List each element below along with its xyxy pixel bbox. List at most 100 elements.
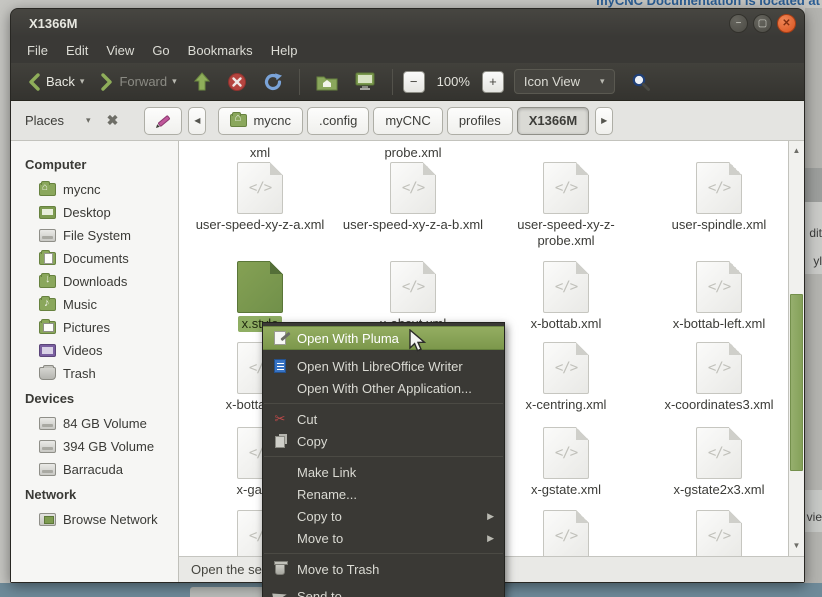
up-button[interactable] (187, 68, 217, 96)
reload-icon (263, 72, 283, 92)
menu-item-cut[interactable]: ✂ Cut (263, 408, 504, 430)
menu-item-make-link[interactable]: Make Link (263, 461, 504, 483)
crumb-scroll-right-button[interactable]: ▶ (595, 107, 613, 135)
file-item[interactable]: </>x-menu-mill.xml (644, 510, 788, 556)
reload-button[interactable] (257, 68, 289, 96)
menu-item-move-to[interactable]: Move to ▶ (263, 527, 504, 549)
edit-location-button[interactable] (144, 107, 182, 135)
zoom-in-button[interactable]: + (482, 71, 504, 93)
file-label-partial[interactable]: xml (185, 145, 335, 160)
sidebar-item-394gb-volume[interactable]: 394 GB Volume (11, 435, 178, 458)
file-label-partial[interactable]: probe.xml (338, 145, 488, 160)
crumb-label: mycnc (253, 113, 291, 128)
file-item[interactable]: </> user-spindle.xml (644, 162, 788, 233)
sidebar-item-music[interactable]: Music (11, 293, 178, 316)
file-item[interactable]: </>x-gstate.xml (491, 427, 641, 498)
menubar: File Edit View Go Bookmarks Help (11, 37, 804, 63)
menu-view[interactable]: View (98, 40, 142, 61)
minimize-button[interactable]: − (729, 14, 748, 33)
breadcrumb-config[interactable]: .config (307, 107, 369, 135)
places-select[interactable]: Places ▾ (21, 113, 95, 128)
back-button[interactable]: Back ▾ (21, 69, 90, 95)
sidebar-item-downloads[interactable]: Downloads (11, 270, 178, 293)
sidebar-item-barracuda[interactable]: Barracuda (11, 458, 178, 481)
crumb-scroll-left-button[interactable]: ◀ (188, 107, 206, 135)
xml-file-icon: </> (696, 261, 742, 313)
stop-button[interactable] (221, 68, 253, 96)
xml-file-icon: </> (696, 342, 742, 394)
file-item[interactable]: </>x-centring.xml (491, 342, 641, 413)
scrollbar-thumb[interactable] (790, 294, 803, 471)
menu-item-open-with-pluma[interactable]: Open With Pluma (263, 326, 504, 350)
menu-item-label: Rename... (297, 487, 357, 502)
maximize-button[interactable]: ▢ (753, 14, 772, 33)
xml-file-icon: </> (696, 162, 742, 214)
view-mode-select[interactable]: Icon View ▾ (514, 69, 615, 94)
file-item[interactable]: </>x-menu.xml (491, 510, 641, 556)
vertical-scrollbar[interactable]: ▲ ▼ (788, 141, 804, 556)
home-folder-icon (230, 114, 247, 127)
search-button[interactable] (625, 68, 657, 96)
sidebar-item-file-system[interactable]: File System (11, 224, 178, 247)
file-item[interactable]: </>user-speed-xy-z-probe.xml (491, 162, 641, 249)
menu-edit[interactable]: Edit (58, 40, 96, 61)
close-button[interactable]: ✕ (777, 14, 796, 33)
forward-history-caret-icon[interactable]: ▾ (172, 76, 177, 87)
drive-icon (39, 417, 56, 430)
zoom-out-button[interactable]: − (403, 71, 425, 93)
sidebar-item-label: Barracuda (63, 462, 123, 477)
menu-item-send-to[interactable]: Send to... (263, 585, 504, 597)
menu-separator (264, 553, 503, 554)
sidebar-item-desktop[interactable]: Desktop (11, 201, 178, 224)
file-item[interactable]: </>user-speed-xy-z-a-b.xml (338, 162, 488, 233)
breadcrumb-mycnc-app[interactable]: myCNC (373, 107, 443, 135)
file-label: x-coordinates3.xml (664, 397, 773, 413)
file-item[interactable]: </>user-speed-xy-z-a.xml (185, 162, 335, 233)
send-to-icon (271, 592, 289, 597)
menu-item-rename[interactable]: Rename... (263, 483, 504, 505)
titlebar[interactable]: X1366M − ▢ ✕ (11, 9, 804, 37)
sidebar-item-videos[interactable]: Videos (11, 339, 178, 362)
menu-item-copy-to[interactable]: Copy to ▶ (263, 505, 504, 527)
menu-help[interactable]: Help (263, 40, 306, 61)
breadcrumb-x1366m[interactable]: X1366M (517, 107, 589, 135)
window-controls: − ▢ ✕ (729, 14, 796, 33)
sidebar-item-trash[interactable]: Trash (11, 362, 178, 385)
desktop-icon (39, 206, 56, 219)
breadcrumb: mycnc .config myCNC profiles X1366M (218, 107, 589, 135)
places-sidebar: Computer mycnc Desktop File System Docum… (11, 141, 179, 582)
videos-icon (39, 344, 56, 357)
file-label: user-spindle.xml (672, 217, 767, 233)
scroll-up-icon[interactable]: ▲ (789, 143, 804, 159)
crumb-label: profiles (459, 113, 501, 128)
sidebar-item-84gb-volume[interactable]: 84 GB Volume (11, 412, 178, 435)
menu-bookmarks[interactable]: Bookmarks (180, 40, 261, 61)
menu-item-open-with-libreoffice-writer[interactable]: Open With LibreOffice Writer (263, 355, 504, 377)
menu-go[interactable]: Go (144, 40, 177, 61)
home-button[interactable] (310, 69, 344, 95)
menu-item-open-with-other-application[interactable]: Open With Other Application... (263, 377, 504, 399)
sidebar-item-label: Music (63, 297, 97, 312)
back-history-caret-icon[interactable]: ▾ (80, 76, 85, 87)
downloads-folder-icon (39, 275, 56, 288)
file-item[interactable]: </>x-gstate2x3.xml (644, 427, 788, 498)
menu-item-move-to-trash[interactable]: Move to Trash (263, 558, 504, 580)
breadcrumb-mycnc[interactable]: mycnc (218, 107, 303, 135)
forward-button[interactable]: Forward ▾ (94, 69, 182, 95)
sidebar-item-browse-network[interactable]: Browse Network (11, 508, 178, 531)
file-item[interactable]: </> x-bottab-left.xml (644, 261, 788, 332)
breadcrumb-profiles[interactable]: profiles (447, 107, 513, 135)
sidebar-item-mycnc[interactable]: mycnc (11, 178, 178, 201)
menu-item-copy[interactable]: Copy (263, 430, 504, 452)
file-label: x-bottab-left.xml (673, 316, 765, 332)
sidebar-item-label: Downloads (63, 274, 127, 289)
file-item[interactable]: </>x-bottab.xml (491, 261, 641, 332)
sidebar-item-documents[interactable]: Documents (11, 247, 178, 270)
close-sidebar-button[interactable]: ✖ (101, 112, 125, 129)
menu-file[interactable]: File (19, 40, 56, 61)
scroll-down-icon[interactable]: ▼ (789, 538, 804, 554)
sidebar-item-pictures[interactable]: Pictures (11, 316, 178, 339)
file-item[interactable]: </> x-coordinates3.xml (644, 342, 788, 413)
back-chevron-icon (27, 73, 41, 91)
computer-button[interactable] (348, 68, 382, 95)
